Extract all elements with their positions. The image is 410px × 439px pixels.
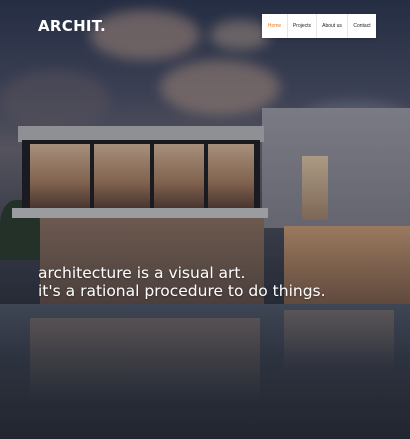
hero-headline: architecture is a visual art. it's a rat… [38, 264, 398, 300]
main-nav: Home Projects About us Contact [262, 14, 376, 38]
nav-item-home[interactable]: Home [262, 14, 288, 38]
hero-overlay [0, 0, 410, 439]
nav-item-contact[interactable]: Contact [348, 14, 376, 38]
nav-item-projects[interactable]: Projects [288, 14, 317, 38]
hero-headline-line: architecture is a visual art. [38, 264, 246, 282]
hero-image [0, 0, 410, 439]
site-logo[interactable]: ARCHIT. [38, 17, 106, 35]
hero-headline-line: it's a rational procedure to do things. [38, 282, 326, 300]
nav-item-about-us[interactable]: About us [317, 14, 348, 38]
